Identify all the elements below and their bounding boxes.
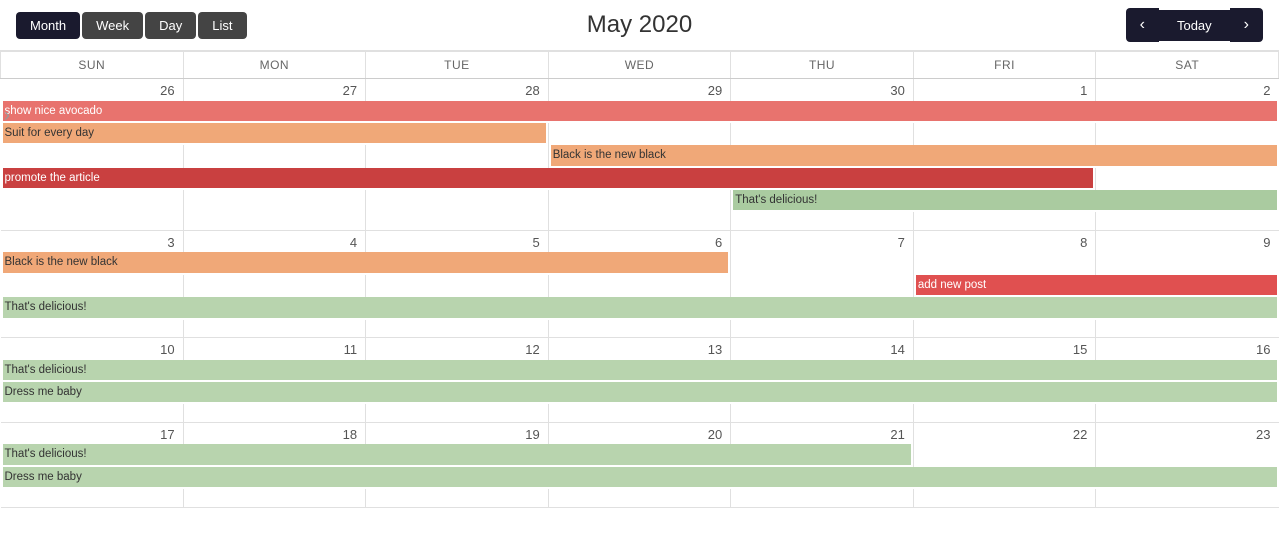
day-1-1[interactable]: 4: [183, 230, 366, 252]
week-3-numbers: 17181920212223: [1, 422, 1279, 444]
day-1-6[interactable]: 9: [1096, 230, 1279, 252]
event-bar-1-1[interactable]: add new post: [913, 275, 1278, 297]
week-1-event-1: add new post: [1, 275, 1279, 297]
day-3-4[interactable]: 21: [731, 422, 914, 444]
week-1-spacer: [1, 320, 1279, 338]
next-btn[interactable]: ›: [1230, 8, 1263, 42]
top-bar: Month Week Day List May 2020 ‹ Today ›: [0, 0, 1279, 51]
prev-btn[interactable]: ‹: [1126, 8, 1159, 42]
event-bar-0-3[interactable]: promote the article: [1, 168, 1096, 190]
col-wed: WED: [548, 52, 731, 79]
event-label: Dress me baby: [3, 467, 1277, 487]
day-2-4[interactable]: 14: [731, 338, 914, 360]
event-bar-0-0[interactable]: show nice avocado: [1, 101, 1279, 123]
day-3-2[interactable]: 19: [366, 422, 549, 444]
week-2-event-0: That's delicious!: [1, 360, 1279, 382]
day-3-5[interactable]: 22: [913, 422, 1096, 444]
week-0-event-2: Black is the new black: [1, 145, 1279, 167]
calendar-grid: SUN MON TUE WED THU FRI SAT 262728293012…: [0, 51, 1279, 508]
event-label: Black is the new black: [3, 252, 729, 272]
event-bar-1-0[interactable]: Black is the new black: [1, 252, 731, 274]
list-view-btn[interactable]: List: [198, 12, 246, 39]
event-label: add new post: [916, 275, 1277, 295]
week-1-numbers: 3456789: [1, 230, 1279, 252]
col-sun: SUN: [1, 52, 184, 79]
week-2-spacer: [1, 404, 1279, 422]
event-label: show nice avocado: [3, 101, 1277, 121]
week-3-spacer: [1, 489, 1279, 507]
week-0-spacer: [1, 212, 1279, 230]
day-2-5[interactable]: 15: [913, 338, 1096, 360]
event-label: Dress me baby: [3, 382, 1277, 402]
event-bar-3-1[interactable]: Dress me baby: [1, 467, 1279, 489]
week-2-numbers: 10111213141516: [1, 338, 1279, 360]
col-thu: THU: [731, 52, 914, 79]
event-bar-3-0[interactable]: That's delicious!: [1, 444, 914, 466]
week-1-event-2: That's delicious!: [1, 297, 1279, 319]
event-label: promote the article: [3, 168, 1094, 188]
day-3-1[interactable]: 18: [183, 422, 366, 444]
week-view-btn[interactable]: Week: [82, 12, 143, 39]
event-label: That's delicious!: [3, 297, 1277, 317]
day-0-5[interactable]: 1: [913, 79, 1096, 101]
view-buttons: Month Week Day List: [16, 12, 247, 39]
day-2-1[interactable]: 11: [183, 338, 366, 360]
nav-buttons: ‹ Today ›: [1126, 8, 1263, 42]
day-1-3[interactable]: 6: [548, 230, 731, 252]
event-bar-2-0[interactable]: That's delicious!: [1, 360, 1279, 382]
week-0-numbers: 262728293012: [1, 79, 1279, 101]
day-2-3[interactable]: 13: [548, 338, 731, 360]
day-0-1[interactable]: 27: [183, 79, 366, 101]
day-0-2[interactable]: 28: [366, 79, 549, 101]
day-2-0[interactable]: 10: [1, 338, 184, 360]
event-label: Black is the new black: [551, 145, 1277, 165]
day-3-6[interactable]: 23: [1096, 422, 1279, 444]
day-1-5[interactable]: 8: [913, 230, 1096, 252]
week-3-event-1: Dress me baby: [1, 467, 1279, 489]
week-0-event-3: promote the article: [1, 168, 1279, 190]
day-view-btn[interactable]: Day: [145, 12, 196, 39]
event-label: Suit for every day: [3, 123, 546, 143]
col-mon: MON: [183, 52, 366, 79]
event-label: That's delicious!: [3, 444, 911, 464]
day-2-2[interactable]: 12: [366, 338, 549, 360]
event-bar-0-1[interactable]: Suit for every day: [1, 123, 549, 145]
day-1-0[interactable]: 3: [1, 230, 184, 252]
day-0-4[interactable]: 30: [731, 79, 914, 101]
day-3-3[interactable]: 20: [548, 422, 731, 444]
day-1-2[interactable]: 5: [366, 230, 549, 252]
week-2-event-1: Dress me baby: [1, 382, 1279, 404]
col-fri: FRI: [913, 52, 1096, 79]
week-0-event-1: Suit for every day: [1, 123, 1279, 145]
day-0-3[interactable]: 29: [548, 79, 731, 101]
week-0-event-4: That's delicious!: [1, 190, 1279, 212]
week-1-event-0: Black is the new black: [1, 252, 1279, 274]
calendar-title: May 2020: [587, 11, 692, 39]
day-1-4[interactable]: 7: [731, 230, 914, 252]
event-bar-2-1[interactable]: Dress me baby: [1, 382, 1279, 404]
days-header: SUN MON TUE WED THU FRI SAT: [1, 52, 1279, 79]
month-view-btn[interactable]: Month: [16, 12, 80, 39]
event-label: That's delicious!: [733, 190, 1276, 210]
day-0-0[interactable]: 26: [1, 79, 184, 101]
event-bar-0-4[interactable]: That's delicious!: [731, 190, 1279, 212]
today-btn[interactable]: Today: [1159, 10, 1230, 41]
event-bar-0-2[interactable]: Black is the new black: [548, 145, 1278, 167]
col-sat: SAT: [1096, 52, 1279, 79]
event-bar-1-2[interactable]: That's delicious!: [1, 297, 1279, 319]
sidebar-arrow[interactable]: ›: [0, 101, 14, 130]
day-3-0[interactable]: 17: [1, 422, 184, 444]
week-3-event-0: That's delicious!: [1, 444, 1279, 466]
day-0-6[interactable]: 2: [1096, 79, 1279, 101]
col-tue: TUE: [366, 52, 549, 79]
event-label: That's delicious!: [3, 360, 1277, 380]
day-2-6[interactable]: 16: [1096, 338, 1279, 360]
week-0-event-0: show nice avocado: [1, 101, 1279, 123]
